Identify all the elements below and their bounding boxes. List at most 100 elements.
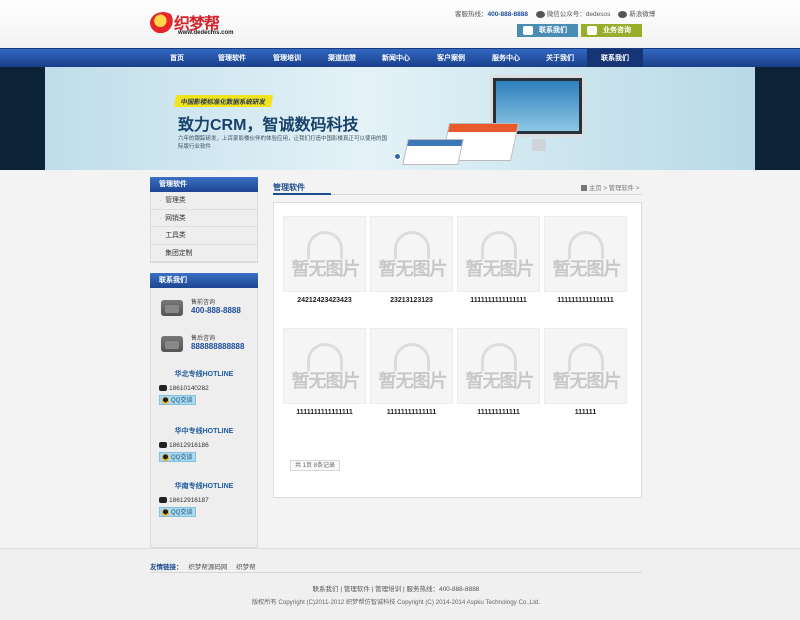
nav-item-home[interactable]: 首页 [149, 49, 205, 68]
product-thumbnail[interactable]: 暂无图片 [283, 328, 366, 404]
product-thumbnail[interactable]: 暂无图片 [370, 216, 453, 292]
qq-chat-label: QQ交谈 [171, 455, 193, 461]
online-consult-label: 业务咨询 [603, 27, 631, 34]
footer-nav[interactable]: 联系我们 | 管理软件 | 管理培训 | 服务热线：400-888-8888 [0, 583, 792, 593]
product-card[interactable]: 暂无图片 1111111111111111 [457, 216, 540, 304]
product-thumbnail[interactable]: 暂无图片 [370, 328, 453, 404]
presale-label: 售前咨询 [191, 300, 216, 306]
product-name[interactable]: 111111111111 [457, 409, 540, 416]
telephone-icon [161, 300, 183, 316]
placeholder-text: 暂无图片 [291, 259, 361, 279]
product-thumbnail[interactable]: 暂无图片 [457, 328, 540, 404]
nav-item-news[interactable]: 新闻中心 [368, 49, 424, 68]
header-background [0, 0, 800, 48]
product-name[interactable]: 11111111111111 [370, 409, 453, 416]
hotline-phone-south: 18612916187 [159, 497, 209, 504]
hotline-phone-number: 18612916187 [169, 497, 209, 504]
product-name[interactable]: 1111111111111111 [544, 297, 627, 304]
product-card[interactable]: 暂无图片 111111 [544, 328, 627, 416]
banner-headline: 致力CRM，智诚数码科技 [178, 117, 359, 134]
placeholder-text: 暂无图片 [465, 259, 535, 279]
weibo-icon[interactable] [618, 10, 628, 18]
product-name[interactable]: 1111111111111111 [283, 409, 366, 416]
product-card[interactable]: 暂无图片 1111111111111111 [544, 216, 627, 304]
qq-chat-button-central[interactable]: QQ交谈 [159, 452, 197, 462]
friend-links-label: 友情链接： [150, 564, 183, 571]
product-grid-panel: 暂无图片 24212423423423 暂无图片 23213123123 暂无图… [273, 202, 642, 498]
placeholder-text: 暂无图片 [378, 371, 448, 391]
product-name[interactable]: 24212423423423 [283, 297, 366, 304]
product-thumbnail[interactable]: 暂无图片 [544, 216, 627, 292]
product-card[interactable]: 暂无图片 111111111111 [457, 328, 540, 416]
sidebar-item-management[interactable]: · 管理类 [151, 192, 257, 210]
sidebar-item-label: 管理类 [165, 197, 186, 204]
nav-item-contact[interactable]: 联系我们 [587, 49, 643, 68]
hotline-title-south: 华南专线HOTLINE [174, 483, 234, 490]
nav-item-channel[interactable]: 渠道加盟 [314, 49, 370, 68]
monitor-stand-illustration [532, 139, 546, 151]
banner-subtext: 六年的跟踪研发，上百家影楼伙伴的体验应用，让我们打造中国影楼真正可以使用的国际版… [178, 136, 388, 150]
phone-icon [523, 26, 533, 35]
nav-item-software[interactable]: 管理软件 [204, 49, 260, 68]
sidebar-item-online-sales[interactable]: · 网销类 [151, 210, 257, 227]
pagination-info: 共 1页 8条记录 [290, 460, 341, 471]
hotline-label: 客服热线： [455, 11, 488, 18]
sidebar-item-tools[interactable]: · 工具类 [151, 227, 257, 245]
online-consult-button[interactable]: 业务咨询 [581, 24, 642, 37]
site-logo[interactable]: 织梦帮 www.dedecms.com [150, 8, 240, 38]
friend-links: 友情链接： 织梦帮源码网 织梦帮 [150, 561, 263, 571]
product-card[interactable]: 暂无图片 1111111111111111 [283, 328, 366, 416]
sidebar-contact-title: 联系我们 [150, 273, 258, 288]
product-thumbnail[interactable]: 暂无图片 [457, 216, 540, 292]
banner-pager-dot[interactable] [394, 153, 401, 160]
friend-link[interactable]: 织梦帮 [236, 564, 256, 571]
presale-number: 400-888-8888 [191, 306, 241, 315]
product-card[interactable]: 暂无图片 11111111111111 [370, 328, 453, 416]
product-name[interactable]: 111111 [544, 409, 627, 416]
main-nav: 首页 管理软件 管理培训 渠道加盟 新闻中心 客户案例 服务中心 关于我们 联系… [0, 48, 800, 68]
bullet-icon: · [159, 197, 162, 204]
hotline-number: 400-888-8888 [487, 11, 528, 18]
contact-us-label: 联系我们 [539, 27, 567, 34]
nav-item-service[interactable]: 服务中心 [478, 49, 534, 68]
sidebar-item-label: 集团定制 [165, 249, 193, 257]
friend-link[interactable]: 织梦帮源码网 [188, 564, 227, 571]
banner-slide[interactable]: 中国影楼标准化数据系统研发 致力CRM，智诚数码科技 六年的跟踪研发，上百家影楼… [45, 67, 755, 170]
header-contact-info: 客服热线：400-888-8888 微信公众号：dedesos 新浪微博 [455, 8, 655, 18]
qq-chat-button-south[interactable]: QQ交谈 [159, 507, 197, 517]
logo-url: www.dedecms.com [178, 30, 234, 36]
contact-us-button[interactable]: 联系我们 [517, 24, 578, 37]
weibo-link[interactable]: 新浪微博 [629, 11, 655, 18]
product-name[interactable]: 1111111111111111 [457, 297, 540, 304]
banner-tag: 中国影楼标准化数据系统研发 [173, 95, 273, 107]
breadcrumb[interactable]: 主页 > 管理软件 > [581, 183, 639, 192]
page-title: 管理软件 [273, 183, 305, 192]
qq-chat-button-north[interactable]: QQ交谈 [159, 395, 197, 405]
sidebar-item-group-custom[interactable]: · 集团定制 [151, 245, 257, 262]
qq-chat-label: QQ交谈 [171, 510, 193, 516]
product-card[interactable]: 暂无图片 23213123123 [370, 216, 453, 304]
telephone-icon [159, 385, 167, 392]
wechat-account: 微信公众号：dedesos [546, 11, 611, 18]
product-thumbnail[interactable]: 暂无图片 [283, 216, 366, 292]
sidebar-contact-box: 售前咨询 400-888-8888 售后咨询 888888888888 华北专线… [150, 288, 258, 548]
title-underline [273, 193, 331, 195]
nav-item-cases[interactable]: 客户案例 [423, 49, 479, 68]
qq-chat-label: QQ交谈 [171, 398, 193, 404]
sidebar: 管理软件 · 管理类 · 网销类 · 工具类 · 集团定制 联系我们 售前咨询 400-… [150, 177, 258, 548]
document-illustration [402, 139, 464, 165]
hotline-title-north: 华北专线HOTLINE [174, 371, 234, 378]
product-name[interactable]: 23213123123 [370, 297, 453, 304]
home-icon [581, 185, 587, 192]
product-card[interactable]: 暂无图片 24212423423423 [283, 216, 366, 304]
product-thumbnail[interactable]: 暂无图片 [544, 328, 627, 404]
wechat-icon [535, 10, 545, 18]
nav-item-about[interactable]: 关于我们 [532, 49, 588, 68]
chat-icon [587, 26, 597, 35]
logo-icon [150, 12, 176, 34]
breadcrumb-text[interactable]: 主页 > 管理软件 > [589, 185, 639, 192]
sidebar-item-label: 工具类 [165, 232, 186, 239]
placeholder-text: 暂无图片 [552, 371, 622, 391]
nav-item-training[interactable]: 管理培训 [259, 49, 315, 68]
placeholder-text: 暂无图片 [552, 259, 622, 279]
